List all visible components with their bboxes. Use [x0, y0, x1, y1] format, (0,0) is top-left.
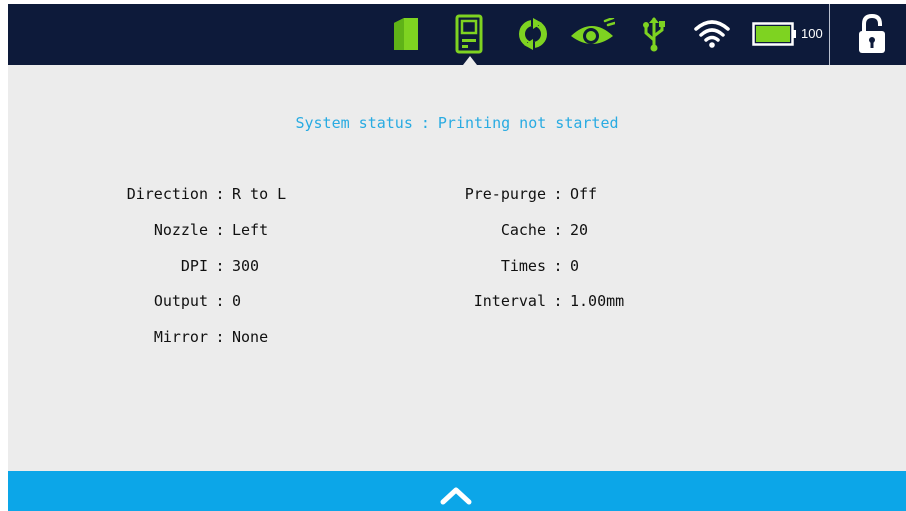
- setting-colon: :: [215, 257, 225, 275]
- setting-value: 20: [570, 221, 589, 239]
- setting-colon: :: [553, 292, 563, 310]
- setting-nozzle: Nozzle: Left: [8, 220, 268, 240]
- sync-icon[interactable]: [516, 17, 550, 51]
- system-status-separator: :: [420, 114, 430, 132]
- unlock-icon[interactable]: [856, 14, 888, 54]
- system-status-value: Printing not started: [437, 114, 619, 132]
- printer-icon[interactable]: [454, 14, 484, 54]
- setting-colon: :: [553, 221, 563, 239]
- setting-label: DPI: [180, 257, 208, 275]
- setting-value: Left: [232, 221, 269, 239]
- setting-value: R to L: [232, 185, 287, 203]
- setting-dpi: DPI:300: [8, 256, 259, 276]
- chevron-up-icon[interactable]: [439, 485, 473, 505]
- setting-direction: Direction: R to L: [8, 184, 286, 204]
- usb-icon[interactable]: [640, 16, 668, 52]
- setting-colon: :: [215, 292, 225, 310]
- ink-cartridge-icon[interactable]: [390, 17, 420, 51]
- setting-pre-purge: Pre-purge: Off: [346, 184, 597, 204]
- system-status: System status: Printing not started: [8, 114, 906, 132]
- setting-colon: :: [553, 185, 563, 203]
- active-tab-indicator: [463, 56, 477, 65]
- eye-icon[interactable]: [569, 18, 615, 52]
- setting-label: Direction: [126, 185, 208, 203]
- setting-value: None: [232, 328, 269, 346]
- system-status-label: System status: [295, 114, 413, 132]
- battery-icon: [752, 22, 796, 46]
- setting-value: Off: [570, 185, 598, 203]
- setting-output: Output:0: [8, 291, 241, 311]
- setting-label: Output: [153, 292, 208, 310]
- toolbar-divider: [829, 4, 830, 65]
- top-toolbar: 100: [8, 4, 906, 65]
- setting-interval: Interval:1.00mm: [346, 291, 624, 311]
- setting-colon: :: [215, 328, 225, 346]
- setting-label: Nozzle: [153, 221, 208, 239]
- setting-label: Mirror: [153, 328, 208, 346]
- setting-value: 0: [570, 257, 580, 275]
- setting-colon: :: [215, 185, 225, 203]
- battery-level: 100: [801, 26, 823, 41]
- setting-label: Times: [500, 257, 546, 275]
- setting-times: Times:0: [346, 256, 579, 276]
- setting-label: Pre-purge: [464, 185, 546, 203]
- setting-mirror: Mirror: None: [8, 327, 268, 347]
- setting-label: Cache: [500, 221, 546, 239]
- setting-cache: Cache:20: [346, 220, 588, 240]
- wifi-icon[interactable]: [694, 18, 730, 48]
- setting-colon: :: [215, 221, 225, 239]
- setting-label: Interval: [473, 292, 546, 310]
- screen: 100 System status: Printing not started D…: [8, 4, 906, 511]
- setting-value: 1.00mm: [570, 292, 625, 310]
- bottom-bar: [8, 471, 906, 511]
- setting-value: 0: [232, 292, 242, 310]
- setting-value: 300: [232, 257, 260, 275]
- setting-colon: :: [553, 257, 563, 275]
